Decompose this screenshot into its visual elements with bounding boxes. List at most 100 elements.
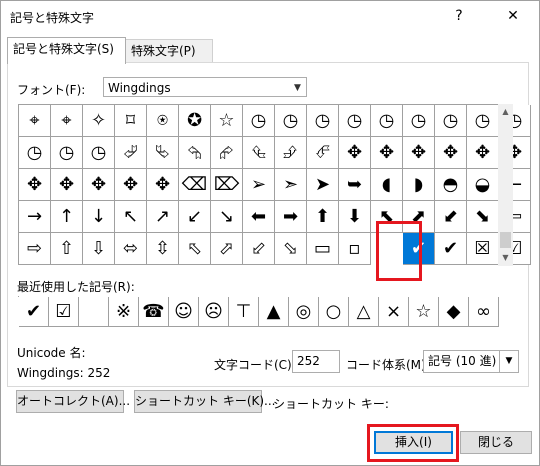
symbol-cell[interactable]: ✥ [83, 169, 115, 201]
recent-symbol-cell[interactable]: ✔ [19, 297, 49, 327]
symbol-cell[interactable]: ⬃ [243, 233, 275, 265]
symbol-cell[interactable]: ⌑ [115, 105, 147, 137]
symbol-cell[interactable]: ✥ [403, 137, 435, 169]
symbol-cell[interactable]: ◷ [435, 105, 467, 137]
symbol-cell[interactable]: ⬁ [179, 233, 211, 265]
symbol-cell[interactable]: ⮲ [179, 137, 211, 169]
symbol-cell[interactable]: ⮶ [307, 137, 339, 169]
recent-symbol-cell[interactable]: × [379, 297, 409, 327]
symbol-cell[interactable]: ↖ [115, 201, 147, 233]
symbol-cell[interactable]: ☒ [467, 233, 499, 265]
symbol-cell[interactable]: ◷ [403, 105, 435, 137]
tab-special-characters[interactable]: 特殊文字(P) [125, 39, 213, 64]
recent-symbol-cell[interactable]: ☺ [169, 297, 199, 327]
scroll-down-icon[interactable]: ▼ [498, 250, 513, 266]
symbol-cell[interactable]: ⬆ [307, 201, 339, 233]
symbol-cell[interactable]: ✥ [19, 169, 51, 201]
symbol-cell[interactable]: ⌖ [51, 105, 83, 137]
symbol-cell[interactable]: ◗ [403, 169, 435, 201]
symbol-cell[interactable]: ✥ [339, 137, 371, 169]
symbol-cell[interactable]: ⮱ [147, 137, 179, 169]
recent-symbol-cell[interactable]: ☑ [49, 297, 79, 327]
recent-symbol-cell[interactable]: ○ [319, 297, 349, 327]
recent-symbol-cell[interactable]: ☎ [139, 297, 169, 327]
recent-symbol-cell[interactable]: △ [349, 297, 379, 327]
symbol-cell[interactable]: ⍟ [147, 105, 179, 137]
symbol-cell[interactable]: ✥ [147, 169, 179, 201]
symbol-cell[interactable]: ⬀ [211, 233, 243, 265]
symbol-cell[interactable]: ↑ [51, 201, 83, 233]
scroll-thumb[interactable] [500, 232, 511, 248]
font-select[interactable]: Wingdings ▼ [103, 77, 307, 97]
symbol-cell[interactable]: ✥ [51, 169, 83, 201]
symbol-cell[interactable]: ◷ [339, 105, 371, 137]
symbol-cell[interactable]: ⮵ [275, 137, 307, 169]
symbol-cell[interactable]: ⬅ [243, 201, 275, 233]
symbol-cell[interactable]: ☆ [211, 105, 243, 137]
recent-symbol-cell[interactable]: ◎ [289, 297, 319, 327]
symbol-cell[interactable]: ◷ [51, 137, 83, 169]
symbol-cell[interactable]: ⌦ [211, 169, 243, 201]
symbol-cell[interactable]: ⮳ [211, 137, 243, 169]
symbol-cell[interactable]: → [19, 201, 51, 233]
recent-symbol-cell[interactable]: ◆ [439, 297, 469, 327]
symbol-cell[interactable]: ➢ [243, 169, 275, 201]
symbol-cell[interactable]: ⮰ [115, 137, 147, 169]
symbol-cell[interactable]: ⬇ [339, 201, 371, 233]
symbol-cell[interactable]: ➣ [275, 169, 307, 201]
symbol-cell[interactable]: ↙ [179, 201, 211, 233]
scroll-up-icon[interactable]: ▲ [498, 104, 513, 120]
symbol-cell[interactable]: ⬋ [435, 201, 467, 233]
symbol-cell[interactable]: ⌖ [19, 105, 51, 137]
help-button[interactable]: ? [437, 3, 481, 29]
symbol-cell[interactable]: ◷ [371, 105, 403, 137]
symbol-cell[interactable]: ◷ [467, 105, 499, 137]
symbol-cell[interactable]: ↓ [83, 201, 115, 233]
symbol-cell[interactable]: ⬄ [115, 233, 147, 265]
recent-symbol-cell[interactable]: ※ [109, 297, 139, 327]
recent-symbol-cell[interactable]: ⊤ [229, 297, 259, 327]
recent-symbol-cell[interactable]: ☹ [199, 297, 229, 327]
chevron-down-icon[interactable]: ▼ [499, 350, 519, 373]
symbol-cell[interactable]: ⇩ [83, 233, 115, 265]
recent-symbol-cell[interactable] [79, 297, 109, 327]
symbol-cell[interactable]: ⇧ [51, 233, 83, 265]
symbol-cell[interactable]: ▫ [339, 233, 371, 265]
symbol-cell[interactable]: ⬂ [275, 233, 307, 265]
symbol-cell[interactable]: ◷ [19, 137, 51, 169]
symbol-cell[interactable]: ➤ [307, 169, 339, 201]
close-icon[interactable]: ✕ [491, 3, 535, 29]
symbol-cell[interactable]: ✥ [467, 137, 499, 169]
shortcut-key-button[interactable]: ショートカット キー(K)... [134, 390, 276, 413]
recent-symbol-cell[interactable]: ▲ [259, 297, 289, 327]
symbol-cell[interactable]: ◖ [371, 169, 403, 201]
symbol-cell[interactable]: ◷ [83, 137, 115, 169]
symbol-cell[interactable]: ◷ [275, 105, 307, 137]
char-code-input[interactable]: 252 [292, 350, 340, 373]
symbol-cell[interactable]: ◷ [307, 105, 339, 137]
tab-symbols[interactable]: 記号と特殊文字(S) [7, 37, 126, 64]
symbol-cell[interactable]: ✪ [179, 105, 211, 137]
symbol-cell[interactable]: ⬊ [467, 201, 499, 233]
recent-symbol-cell[interactable]: ☆ [409, 297, 439, 327]
symbol-cell[interactable]: ✥ [115, 169, 147, 201]
recent-symbol-cell[interactable]: ∞ [469, 297, 499, 327]
symbol-cell[interactable]: ↗ [147, 201, 179, 233]
symbol-cell[interactable]: ▭ [307, 233, 339, 265]
symbol-cell[interactable]: ⇳ [147, 233, 179, 265]
symbol-cell[interactable]: ◷ [243, 105, 275, 137]
code-system-select[interactable]: 記号 (10 進) [423, 350, 500, 373]
symbol-cell[interactable]: ✧ [83, 105, 115, 137]
symbol-cell[interactable]: ◒ [467, 169, 499, 201]
symbol-cell[interactable]: ✔ [435, 233, 467, 265]
close-button[interactable]: 閉じる [460, 431, 532, 454]
symbol-cell[interactable]: ✥ [435, 137, 467, 169]
symbol-cell[interactable]: ◓ [435, 169, 467, 201]
symbol-cell[interactable]: ➡ [275, 201, 307, 233]
autocorrect-button[interactable]: オートコレクト(A)... [16, 390, 130, 413]
symbol-cell[interactable]: ⌫ [179, 169, 211, 201]
symbol-grid-scrollbar[interactable]: ▲ ▼ [498, 104, 513, 266]
symbol-cell[interactable]: ⇨ [19, 233, 51, 265]
symbol-cell[interactable]: ➥ [339, 169, 371, 201]
symbol-cell[interactable]: ✥ [371, 137, 403, 169]
